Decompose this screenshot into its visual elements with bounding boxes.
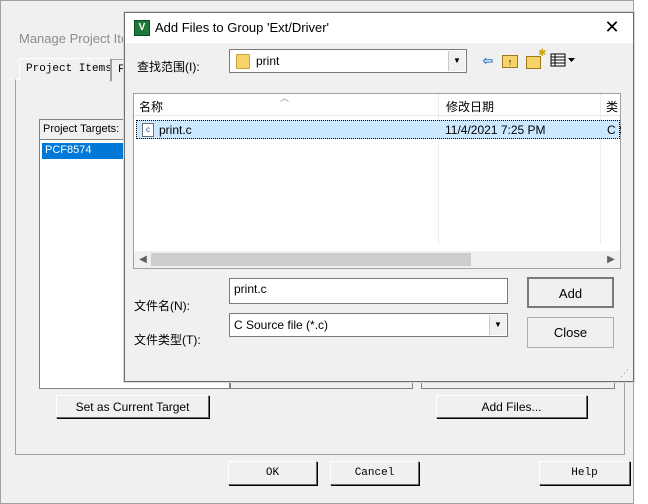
back-icon[interactable]: ⇦ — [479, 53, 497, 69]
new-folder-sparkle-icon: ✱ — [538, 48, 547, 59]
uvision-app-icon: V — [134, 20, 150, 36]
view-grid-icon — [550, 53, 575, 67]
look-in-label: 查找范围(I): — [137, 60, 200, 74]
column-separator — [438, 94, 439, 244]
add-files-titlebar[interactable]: V Add Files to Group 'Ext/Driver' ✕ — [125, 13, 633, 43]
close-button[interactable]: Close — [527, 317, 614, 348]
scroll-left-icon[interactable]: ◀ — [136, 252, 150, 267]
c-source-file-icon: c — [142, 123, 154, 137]
view-menu-icon[interactable] — [550, 53, 576, 69]
cancel-button[interactable]: Cancel — [330, 461, 419, 485]
folder-icon — [236, 54, 250, 69]
add-files-dialog: V Add Files to Group 'Ext/Driver' ✕ 查找范围… — [124, 12, 634, 382]
file-list-header: ︿ 名称 修改日期 类 — [134, 93, 622, 116]
column-header-type[interactable]: 类 — [606, 98, 622, 115]
file-name-label: 文件名(N): — [134, 299, 190, 313]
up-folder-icon[interactable]: ↑ — [502, 55, 518, 68]
file-type-label: 文件类型(T): — [134, 333, 201, 347]
files-list-edge — [421, 381, 615, 389]
file-type-dropdown[interactable]: C Source file (*.c) ▼ — [229, 313, 508, 337]
chevron-down-icon[interactable]: ▼ — [448, 51, 465, 71]
add-files-button[interactable]: Add Files... — [436, 395, 587, 418]
add-files-dialog-title: Add Files to Group 'Ext/Driver' — [155, 20, 330, 35]
tab-project-items[interactable]: Project Items — [19, 58, 111, 82]
file-name-cell: print.c — [159, 123, 192, 137]
column-header-date-modified[interactable]: 修改日期 — [446, 98, 596, 115]
file-name-input[interactable]: print.c — [229, 278, 508, 304]
file-date-cell: 11/4/2021 7:25 PM — [445, 123, 546, 137]
scrollbar-thumb[interactable] — [151, 253, 471, 266]
add-button[interactable]: Add — [527, 277, 614, 308]
target-item-pcf8574[interactable]: PCF8574 — [42, 143, 132, 159]
column-header-name[interactable]: 名称 — [139, 98, 439, 115]
horizontal-scrollbar[interactable]: ◀ ▶ — [134, 251, 620, 268]
scroll-right-icon[interactable]: ▶ — [604, 252, 618, 267]
column-separator — [600, 94, 601, 244]
manage-project-dialog-title: Manage Project Ite — [19, 31, 129, 46]
close-icon[interactable]: ✕ — [597, 16, 627, 40]
file-row-print-c[interactable]: c print.c 11/4/2021 7:25 PM C S — [136, 120, 621, 139]
file-list-view[interactable]: ︿ 名称 修改日期 类 c print.c 11/4/2021 7:25 PM … — [133, 93, 621, 269]
chevron-down-icon[interactable]: ▼ — [489, 315, 506, 335]
file-type-value: C Source file (*.c) — [234, 318, 329, 332]
resize-grip-icon[interactable]: ⋰ — [620, 368, 631, 379]
ok-button[interactable]: OK — [228, 461, 317, 485]
help-button[interactable]: Help — [539, 461, 630, 485]
set-as-current-target-button[interactable]: Set as Current Target — [56, 395, 209, 418]
groups-list-edge — [229, 381, 413, 389]
look-in-value: print — [256, 54, 280, 68]
file-type-cell: C S — [607, 123, 621, 137]
look-in-dropdown[interactable]: print ▼ — [229, 49, 467, 73]
